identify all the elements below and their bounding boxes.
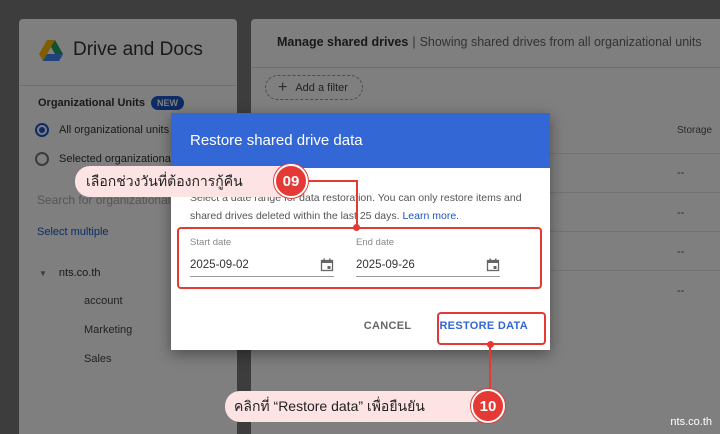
leader-line xyxy=(356,180,358,228)
watermark: nts.co.th xyxy=(670,416,712,428)
leader-line xyxy=(489,345,491,388)
step-09-badge: 09 xyxy=(274,164,308,198)
leader-dot xyxy=(353,224,360,231)
restore-button-highlight xyxy=(437,312,546,345)
learn-more-link[interactable]: Learn more. xyxy=(402,210,459,222)
step-09-text: เลือกช่วงวันที่ต้องการกู้คืน xyxy=(86,172,243,189)
leader-line xyxy=(309,180,358,182)
step-10-callout: คลิกที่ “Restore data” เพื่อยืนยัน xyxy=(225,391,489,422)
dialog-header: Restore shared drive data xyxy=(171,113,550,168)
dialog-title: Restore shared drive data xyxy=(190,132,363,149)
date-range-highlight xyxy=(177,227,542,289)
step-09-callout: เลือกช่วงวันที่ต้องการกู้คืน xyxy=(75,166,295,197)
step-10-badge: 10 xyxy=(471,389,505,423)
step-10-text: คลิกที่ “Restore data” เพื่อยืนยัน xyxy=(234,397,425,414)
cancel-button[interactable]: CANCEL xyxy=(364,320,412,332)
